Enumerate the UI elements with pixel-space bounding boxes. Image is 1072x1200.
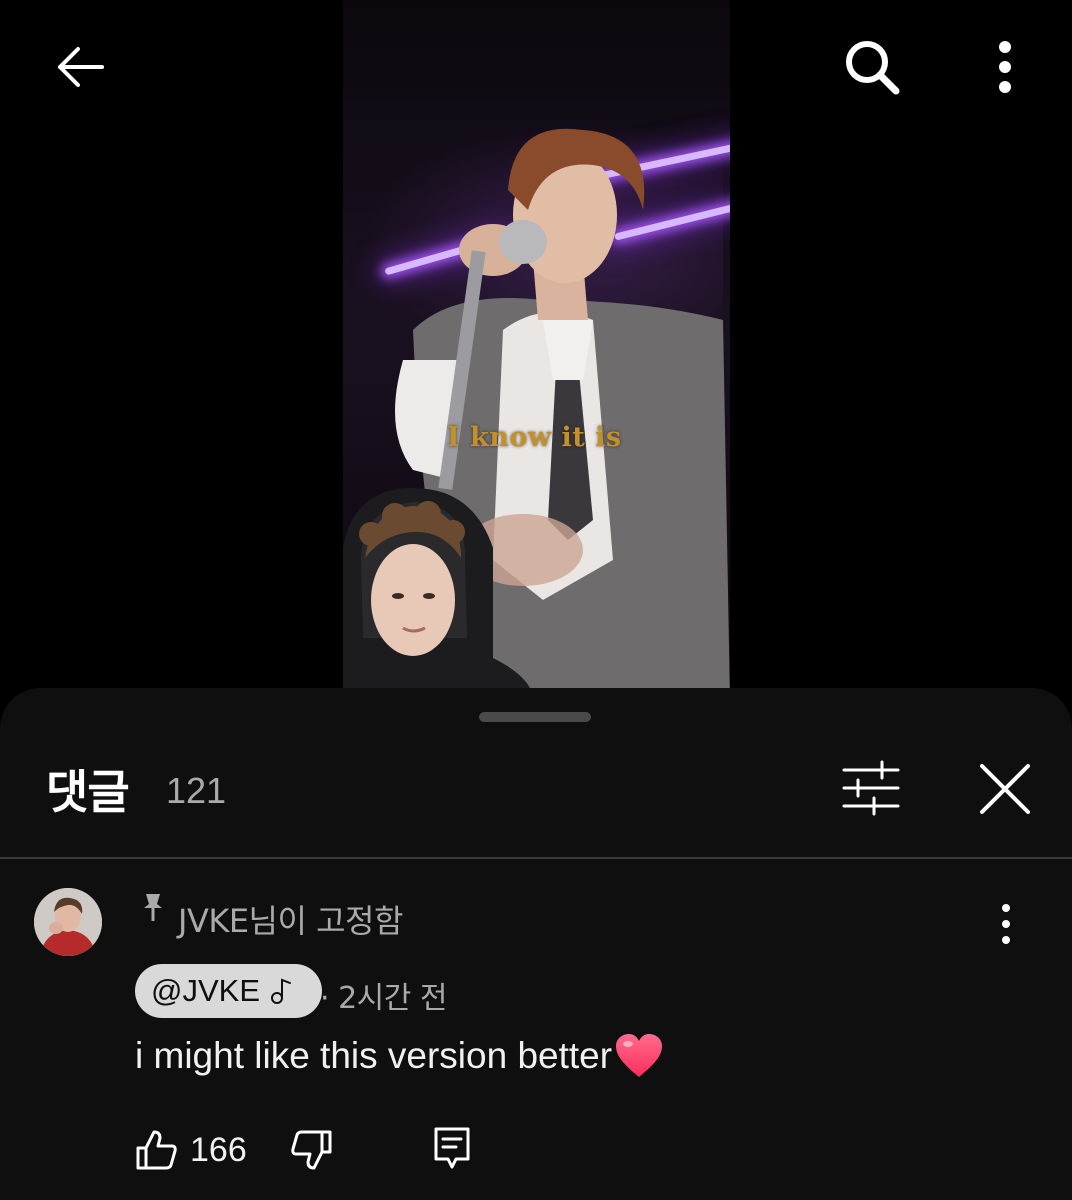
comments-title: 댓글 [46,765,130,819]
reply-icon [434,1127,470,1169]
comment-timestamp: · 2시간 전 [320,981,448,1016]
dislike-button[interactable] [290,1126,338,1174]
comment-text: i might like this version better [135,1035,613,1076]
like-count: 166 [190,1130,247,1169]
author-handle: @JVKE [151,973,260,1008]
sort-filter-button[interactable] [838,760,904,816]
like-button[interactable]: 166 [134,1126,247,1174]
sliders-icon [842,760,900,816]
more-options-button[interactable] [968,30,1042,104]
arrow-left-icon [58,47,104,87]
pinned-label: JVKE님이 고정함 [178,902,403,940]
more-vertical-icon [1002,904,1010,944]
video-caption: I know it is [447,422,622,453]
pin-icon [144,894,162,921]
drag-handle[interactable] [479,712,591,722]
author-avatar-image [34,888,102,956]
close-icon [980,764,1030,814]
divider [0,857,1072,859]
comment-more-button[interactable] [986,898,1026,950]
reply-button[interactable] [432,1124,476,1172]
comment-body: i might like this version better [135,1033,664,1079]
comments-sheet: 댓글 121 JVKE님이 고정함 @JVKE · 2시간 전 i might … [0,688,1072,1200]
video-player[interactable]: I know it is [0,0,1072,700]
thumbs-up-icon [136,1130,177,1170]
comments-count: 121 [166,770,227,811]
creator-facecam [343,488,533,700]
thumbs-down-icon [291,1130,332,1170]
close-comments-button[interactable] [972,756,1038,822]
search-icon [846,41,900,95]
music-note-icon [271,978,291,1004]
author-handle-chip[interactable]: @JVKE [135,964,322,1018]
more-vertical-icon [999,41,1011,93]
avatar[interactable] [34,888,102,956]
back-button[interactable] [40,30,120,104]
search-button[interactable] [830,30,914,104]
video-frame[interactable]: I know it is [343,0,730,700]
heart-emoji-icon [616,1034,663,1077]
